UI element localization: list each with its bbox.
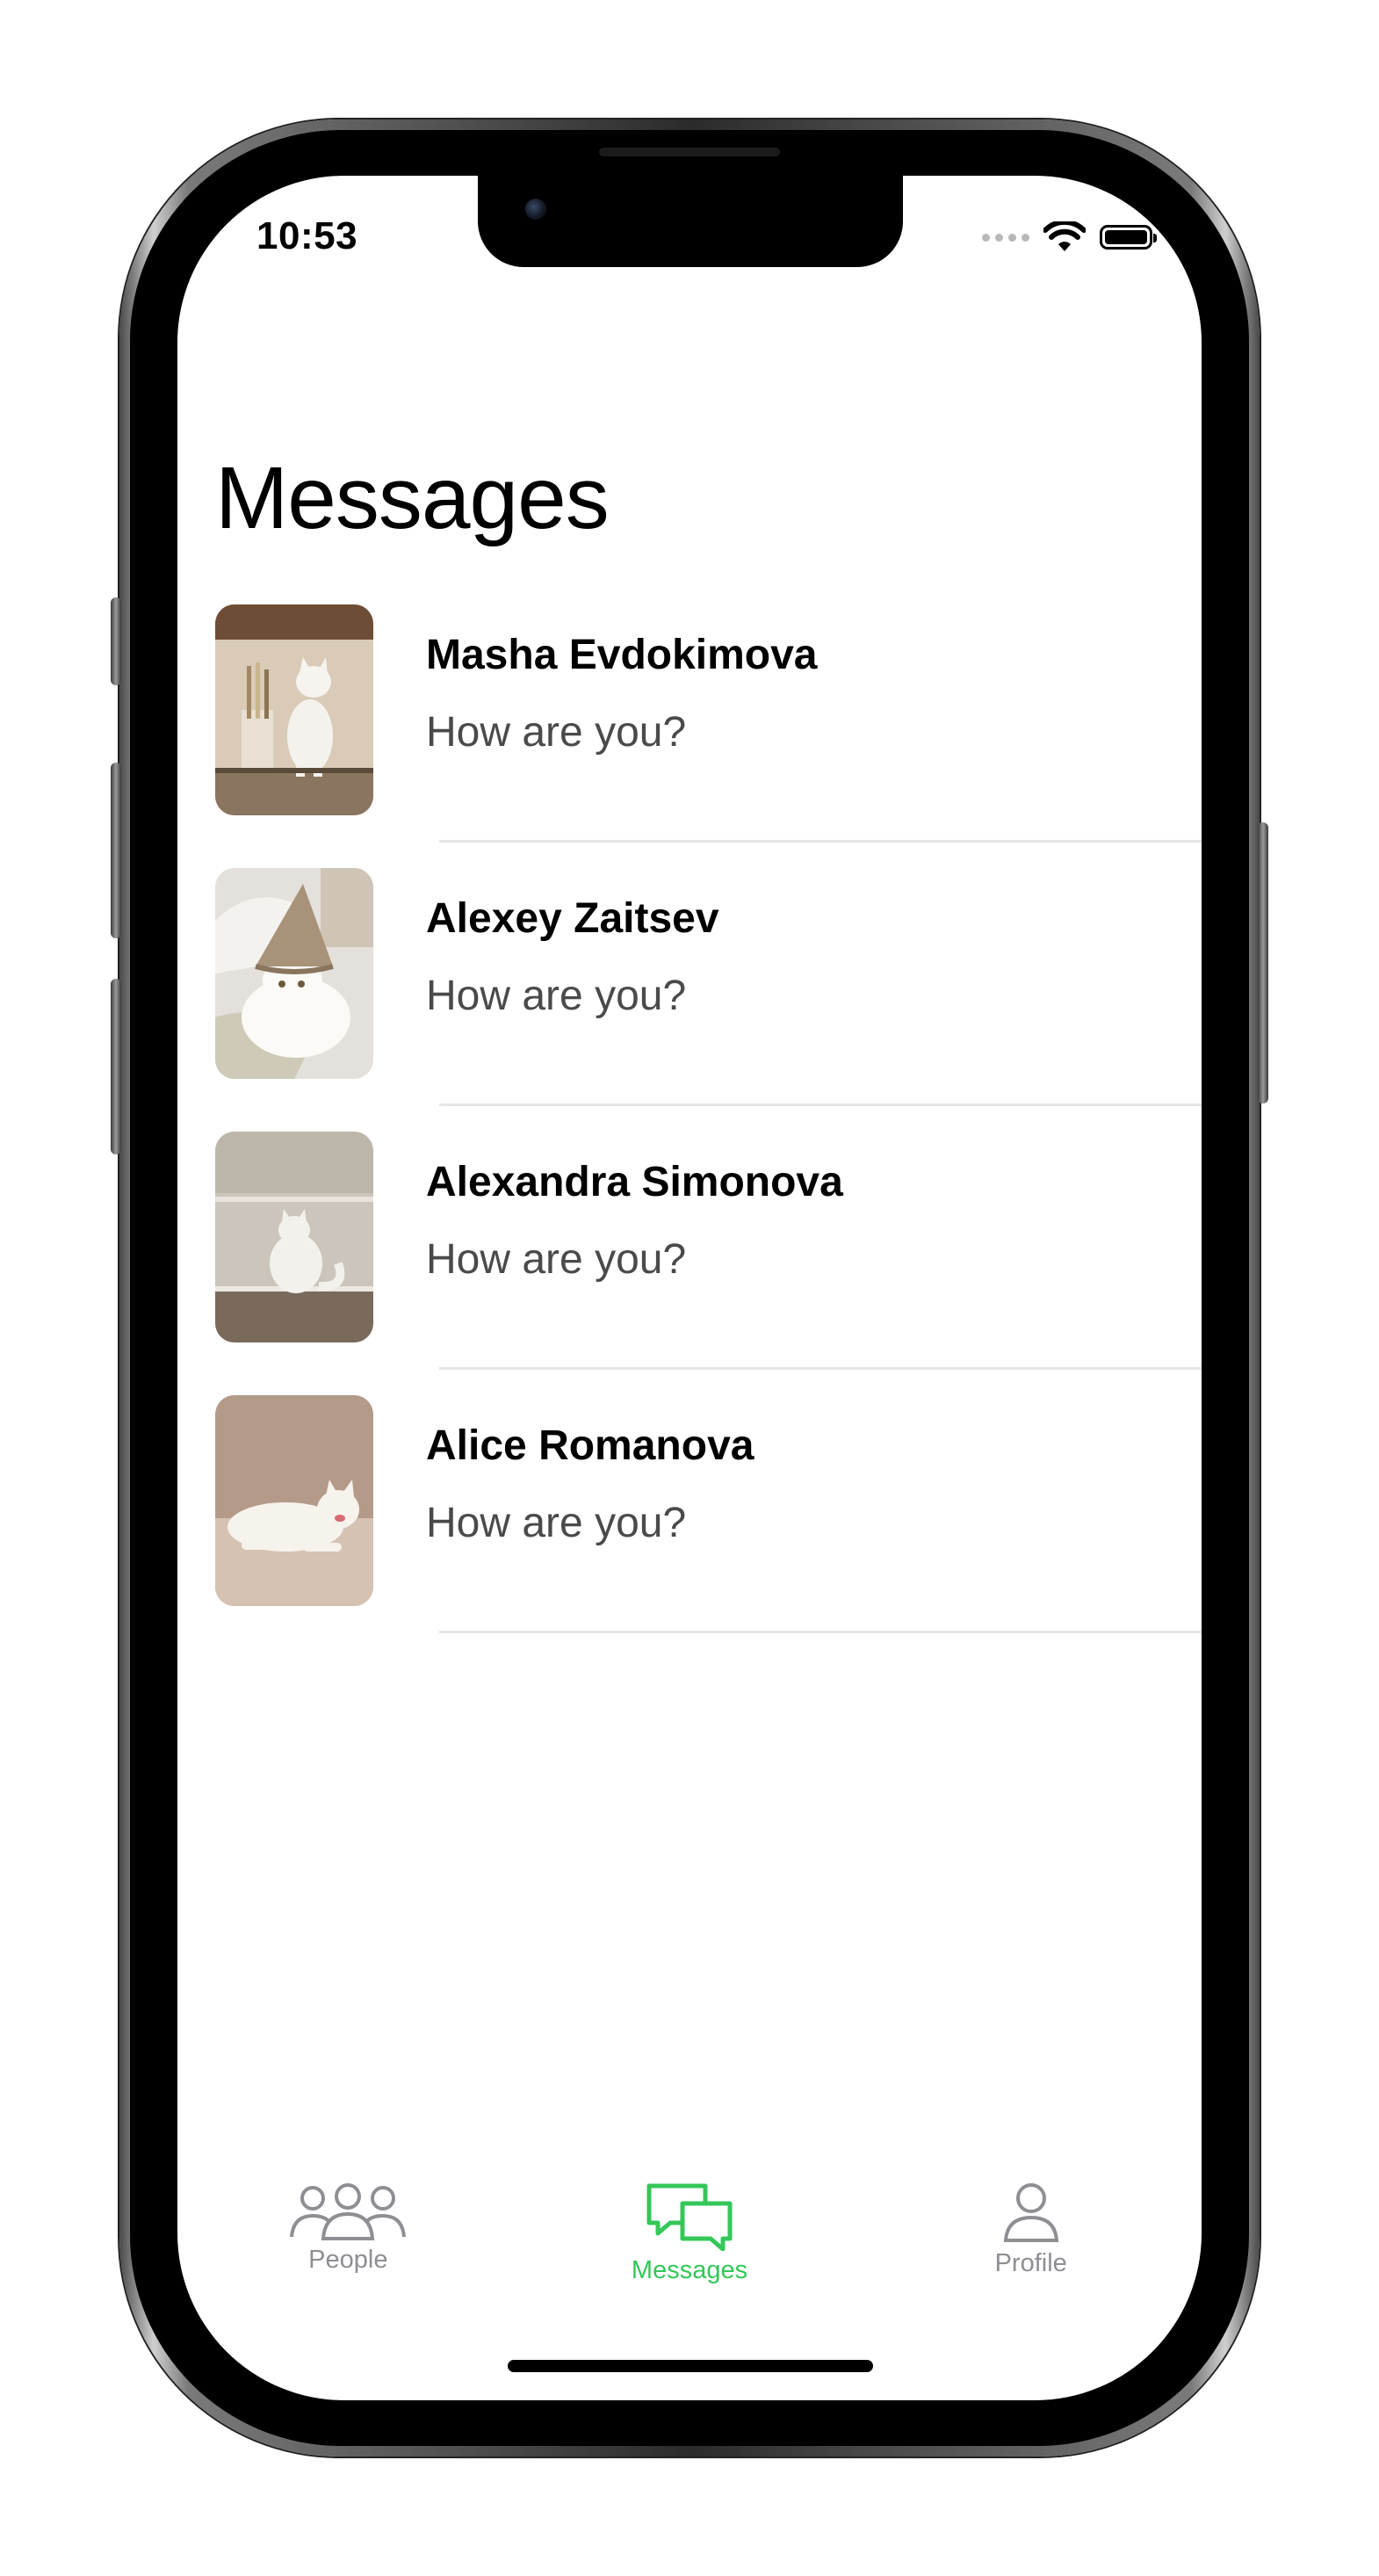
- tab-label: Profile: [994, 2249, 1067, 2277]
- status-icons: [982, 221, 1157, 253]
- row-divider: [439, 840, 1202, 843]
- earpiece-speaker: [599, 148, 780, 156]
- tab-label: Messages: [631, 2256, 748, 2284]
- avatar[interactable]: [215, 868, 373, 1079]
- avatar[interactable]: [215, 604, 373, 815]
- message-row[interactable]: Alice Romanova How are you?: [177, 1395, 1202, 1659]
- mute-switch: [111, 597, 121, 685]
- tab-people[interactable]: People: [177, 2182, 519, 2305]
- tab-label: People: [308, 2246, 388, 2274]
- cat-photo-lying-icon: [215, 1395, 373, 1606]
- notch: [478, 176, 903, 267]
- status-time: 10:53: [256, 214, 358, 257]
- contact-name: Alice Romanova: [426, 1422, 754, 1469]
- message-row[interactable]: Alexandra Simonova How are you?: [177, 1132, 1202, 1395]
- tab-bar: People Messages Profile: [177, 2182, 1202, 2305]
- person-icon: [1003, 2183, 1058, 2242]
- tab-profile[interactable]: Profile: [860, 2182, 1202, 2305]
- app-screen: 10:53 Messages Masha Evdokimova How are …: [177, 176, 1202, 2400]
- row-divider: [439, 1367, 1202, 1370]
- row-divider: [439, 1631, 1202, 1633]
- message-preview: How are you?: [426, 973, 687, 1019]
- home-indicator[interactable]: [508, 2360, 873, 2372]
- contact-name: Masha Evdokimova: [426, 632, 818, 678]
- row-divider: [439, 1103, 1202, 1106]
- message-row[interactable]: Alexey Zaitsev How are you?: [177, 868, 1202, 1132]
- volume-down-button: [111, 979, 121, 1154]
- tab-messages[interactable]: Messages: [519, 2182, 861, 2305]
- front-camera: [525, 199, 546, 220]
- chat-bubbles-icon: [646, 2183, 733, 2251]
- contact-name: Alexey Zaitsev: [426, 895, 719, 942]
- cat-photo-sitting-icon: [215, 1132, 373, 1342]
- message-preview: How are you?: [426, 1500, 687, 1546]
- cat-photo-hat-icon: [215, 868, 373, 1079]
- power-button: [1258, 822, 1268, 1103]
- page-title: Messages: [215, 449, 610, 547]
- message-preview: How are you?: [426, 709, 687, 756]
- avatar[interactable]: [215, 1395, 373, 1606]
- cat-photo-kitchen-icon: [215, 604, 373, 815]
- message-preview: How are you?: [426, 1236, 687, 1283]
- volume-up-button: [111, 763, 121, 938]
- messages-list: Masha Evdokimova How are you? Alexey Zai…: [177, 604, 1202, 1659]
- wifi-icon: [1043, 221, 1086, 251]
- people-icon: [290, 2183, 407, 2240]
- battery-icon: [1100, 225, 1157, 250]
- contact-name: Alexandra Simonova: [426, 1159, 843, 1205]
- cellular-signal-icon: [982, 233, 1029, 242]
- message-row[interactable]: Masha Evdokimova How are you?: [177, 604, 1202, 868]
- avatar[interactable]: [215, 1132, 373, 1342]
